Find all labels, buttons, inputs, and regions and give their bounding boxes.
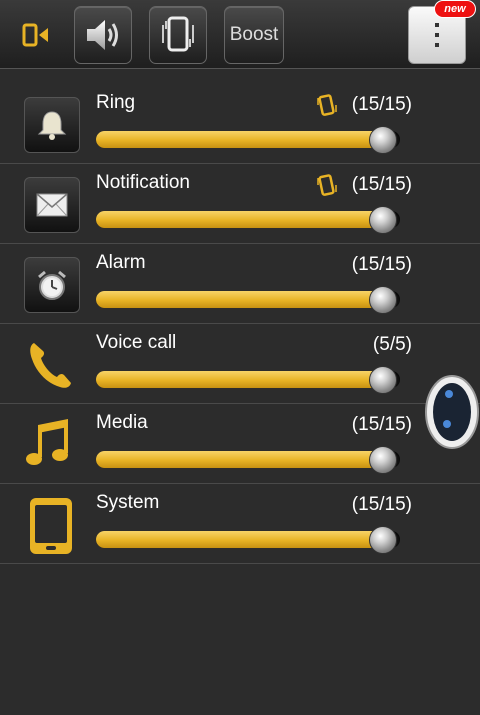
slider-fill bbox=[96, 451, 384, 468]
volume-row-notification: Notification (15/15) bbox=[0, 163, 480, 244]
bell-icon[interactable] bbox=[24, 97, 80, 153]
slider-thumb[interactable] bbox=[369, 286, 397, 314]
row-value: (15/15) bbox=[351, 414, 412, 435]
phone-speaker-icon[interactable] bbox=[20, 22, 50, 48]
row-value: (5/5) bbox=[372, 334, 412, 355]
alarm-clock-icon[interactable] bbox=[24, 257, 80, 313]
row-label: System bbox=[96, 492, 160, 513]
volume-slider[interactable] bbox=[96, 126, 400, 154]
vibrate-icon bbox=[162, 16, 194, 52]
volume-row-alarm: Alarm (15/15) bbox=[0, 243, 480, 324]
music-note-icon[interactable] bbox=[24, 417, 78, 471]
vibrate-indicator-icon bbox=[317, 174, 337, 196]
volume-slider[interactable] bbox=[96, 366, 400, 394]
row-value: (15/15) bbox=[351, 174, 412, 195]
new-badge: new bbox=[434, 0, 476, 18]
speaker-icon bbox=[87, 20, 118, 50]
row-value: (15/15) bbox=[351, 94, 412, 115]
row-value: (15/15) bbox=[351, 494, 412, 515]
slider-fill bbox=[96, 211, 384, 228]
slider-thumb[interactable] bbox=[369, 366, 397, 394]
volume-slider[interactable] bbox=[96, 286, 400, 314]
row-label: Alarm bbox=[96, 252, 146, 273]
vibrate-mode-button[interactable] bbox=[149, 6, 207, 64]
sound-mode-button[interactable] bbox=[74, 6, 132, 64]
boost-button[interactable]: Boost bbox=[224, 6, 284, 64]
phone-device-icon[interactable] bbox=[24, 497, 78, 554]
volume-slider[interactable] bbox=[96, 526, 400, 554]
volume-row-media: Media (15/15) bbox=[0, 403, 480, 484]
slider-thumb[interactable] bbox=[369, 446, 397, 474]
slider-thumb[interactable] bbox=[369, 126, 397, 154]
volume-row-ring: Ring (15/15) bbox=[0, 83, 480, 164]
envelope-icon[interactable] bbox=[24, 177, 80, 233]
vibrate-indicator-icon bbox=[317, 94, 337, 116]
boost-label: Boost bbox=[229, 24, 279, 45]
slider-fill bbox=[96, 531, 384, 548]
overflow-menu-icon bbox=[435, 23, 439, 47]
slider-fill bbox=[96, 131, 384, 148]
slider-fill bbox=[96, 291, 384, 308]
floating-widget-icon[interactable] bbox=[418, 372, 480, 450]
slider-fill bbox=[96, 371, 384, 388]
volume-row-system: System (15/15) bbox=[0, 483, 480, 564]
top-toolbar: Boost new bbox=[0, 0, 480, 69]
row-label: Media bbox=[96, 412, 148, 433]
row-label: Notification bbox=[96, 172, 190, 193]
volume-row-voice-call: Voice call (5/5) bbox=[0, 323, 480, 404]
phone-handset-icon[interactable] bbox=[24, 337, 78, 391]
row-value: (15/15) bbox=[351, 254, 412, 275]
slider-thumb[interactable] bbox=[369, 526, 397, 554]
row-label: Ring bbox=[96, 92, 136, 113]
volume-slider[interactable] bbox=[96, 446, 400, 474]
volume-slider[interactable] bbox=[96, 206, 400, 234]
row-label: Voice call bbox=[96, 332, 177, 353]
slider-thumb[interactable] bbox=[369, 206, 397, 234]
